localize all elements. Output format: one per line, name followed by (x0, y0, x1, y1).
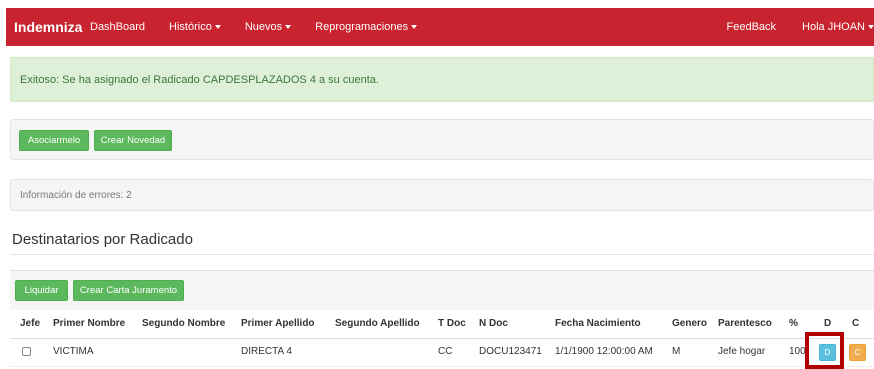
alert-message: Exitoso: Se ha asignado el Radicado CAPD… (20, 73, 379, 86)
brand-logo[interactable]: Indemniza (6, 19, 90, 35)
col-header-d: D (824, 318, 832, 329)
nav-user-menu[interactable]: Hola JHOAN (802, 21, 874, 33)
col-header-fecha-nacimiento: Fecha Nacimiento (555, 318, 641, 329)
nav-nuevos[interactable]: Nuevos (244, 21, 292, 33)
success-alert: Exitoso: Se ha asignado el Radicado CAPD… (10, 57, 874, 102)
caret-down-icon (868, 25, 874, 30)
errors-info: Información de errores: 2 (20, 189, 132, 201)
caret-down-icon (285, 25, 292, 30)
col-header-c: C (852, 318, 860, 329)
top-navbar: Indemniza DashBoard Histórico Nuevos Rep… (6, 8, 874, 46)
caret-down-icon (411, 25, 418, 30)
section-title: Destinatarios por Radicado (12, 231, 193, 248)
nav-reprogramaciones[interactable]: Reprogramaciones (315, 21, 418, 33)
cell-primer-nombre: VICTIMA (53, 346, 94, 357)
col-header-parentesco: Parentesco (718, 318, 772, 329)
nav-feedback[interactable]: FeedBack (727, 21, 777, 33)
col-header-segundo-apellido: Segundo Apellido (335, 318, 420, 329)
nav-right: FeedBack Hola JHOAN (701, 8, 874, 46)
col-header-n-doc: N Doc (479, 318, 508, 329)
col-header-segundo-nombre: Segundo Nombre (142, 318, 226, 329)
cell-parentesco: Jefe hogar (718, 346, 766, 357)
col-header-jefe: Jefe (20, 318, 41, 329)
jefe-checkbox[interactable] (22, 347, 31, 356)
nav-reprogramaciones-label: Reprogramaciones (315, 21, 409, 33)
col-header-porcentaje: % (789, 318, 798, 329)
nav-dashboard[interactable]: DashBoard (90, 21, 145, 33)
nav-historico[interactable]: Histórico (169, 21, 221, 33)
header-divider (10, 338, 874, 339)
col-header-primer-apellido: Primer Apellido (241, 318, 315, 329)
cell-primer-apellido: DIRECTA 4 (241, 346, 292, 357)
crear-carta-juramento-button[interactable]: Crear Carta Juramento (73, 280, 184, 301)
asociarmelo-button[interactable]: Asociarmelo (19, 130, 89, 151)
errors-well: Información de errores: 2 (10, 179, 874, 211)
col-header-genero: Genero (672, 318, 708, 329)
cell-t-doc: CC (438, 346, 453, 357)
nav-nuevos-label: Nuevos (244, 21, 283, 33)
row-divider (10, 366, 874, 367)
heading-divider (10, 254, 874, 255)
caret-down-icon (214, 25, 221, 30)
cell-genero: M (672, 346, 681, 357)
d-button[interactable]: D (819, 344, 836, 361)
cell-fecha-nacimiento: 1/1/1900 12:00:00 AM (555, 346, 653, 357)
liquidar-button[interactable]: Liquidar (15, 280, 68, 301)
cell-n-doc: DOCU123471 (479, 346, 542, 357)
col-header-primer-nombre: Primer Nombre (53, 318, 126, 329)
c-button[interactable]: C (849, 344, 866, 361)
user-greeting: Hola JHOAN (802, 21, 865, 33)
crear-novedad-button[interactable]: Crear Novedad (94, 130, 172, 151)
nav-historico-label: Histórico (169, 21, 212, 33)
col-header-t-doc: T Doc (438, 318, 466, 329)
cell-porcentaje: 100 (789, 346, 806, 357)
